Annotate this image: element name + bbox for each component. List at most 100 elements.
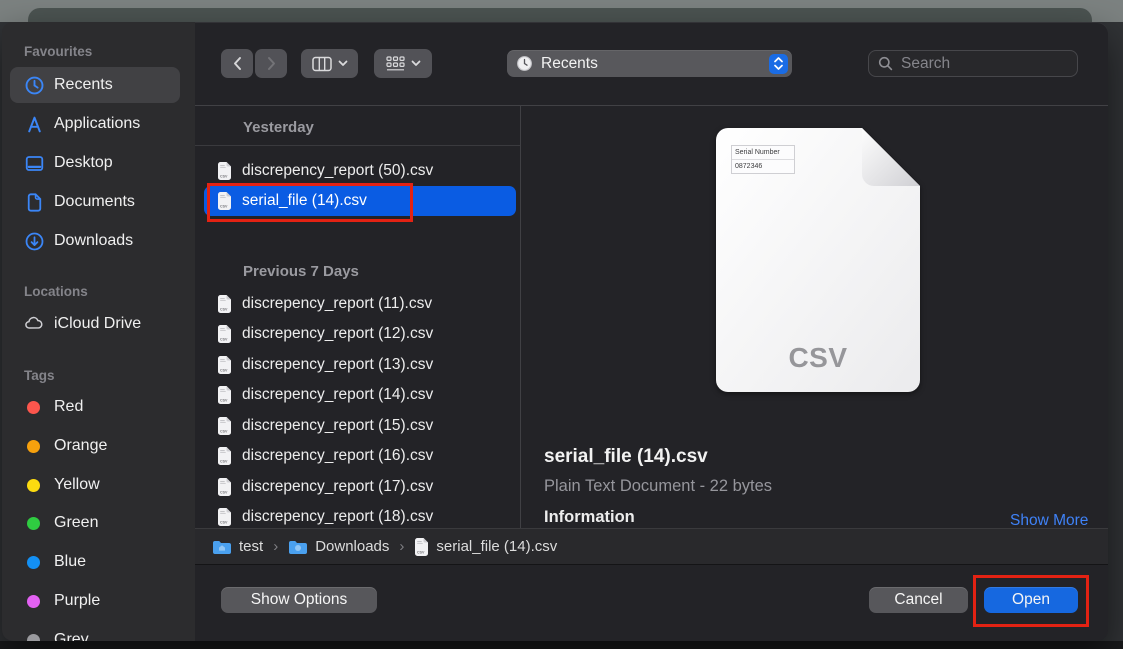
search-field[interactable] [868,50,1078,77]
sidebar-section-locations: Locations [24,284,88,299]
annotation-box-selected-file [207,183,413,222]
list-preview-divider [520,105,521,528]
file-row-discrepency-report-15[interactable]: discrepency_report (15).csv [204,411,516,441]
list-section-previous-7-days: Previous 7 Days [243,263,359,280]
tag-label: Purple [54,592,101,609]
preview-file-kind: Plain Text Document - 22 bytes [544,477,773,495]
annotation-box-open-button [973,575,1089,627]
breadcrumb-item-test[interactable]: test [212,538,263,555]
location-dropdown-value: Recents [541,54,598,72]
breadcrumb-label: Downloads [315,538,390,555]
csv-file-icon [217,356,232,374]
csv-type-label: CSV [788,342,848,373]
file-row-discrepency-report-12[interactable]: discrepency_report (12).csv [204,319,516,349]
sidebar-item-documents[interactable]: Documents [10,184,180,220]
screen: Favourites Recents Applications Desktop [0,0,1123,649]
chevron-down-icon [411,60,421,67]
serial-table-header: Serial Number [732,146,794,160]
chevron-down-icon [338,60,348,67]
sidebar-item-downloads[interactable]: Downloads [10,223,180,259]
sidebar-item-icloud-drive[interactable]: iCloud Drive [10,306,180,342]
home-folder-icon [212,539,232,555]
sidebar: Favourites Recents Applications Desktop [2,22,195,641]
tag-label: Yellow [54,476,100,493]
sidebar-item-tag-yellow[interactable]: Yellow [10,467,180,503]
csv-file-icon [217,386,232,404]
sidebar-item-recents[interactable]: Recents [10,67,180,103]
tag-color-dot [27,478,40,492]
csv-file-icon [217,508,232,526]
toolbar-divider [195,105,1108,106]
file-row-discrepency-report-16[interactable]: discrepency_report (16).csv [204,441,516,471]
csv-file-icon [217,417,232,435]
preview-information-heading: Information [544,508,635,526]
file-name: discrepency_report (50).csv [242,162,434,179]
tag-color-dot [27,555,40,569]
search-input[interactable] [899,53,1053,74]
sidebar-item-label: Documents [54,193,135,210]
file-row-discrepency-report-11[interactable]: discrepency_report (11).csv [204,289,516,319]
back-button[interactable] [221,49,253,78]
tag-color-dot [27,400,40,414]
preview-serial-table: Serial Number 0872346 [731,145,795,174]
downloads-folder-icon [288,539,308,555]
file-icon [414,537,429,556]
sidebar-item-tag-purple[interactable]: Purple [10,583,180,619]
list-section-yesterday: Yesterday [243,119,314,136]
csv-file-icon [217,447,232,465]
download-circle-icon [23,230,45,252]
file-row-discrepency-report-50[interactable]: discrepency_report (50).csv [204,156,516,186]
cloud-icon [23,313,45,335]
tag-color-dot [27,516,40,530]
grid-view-icon [385,56,405,71]
columns-view-icon [311,56,332,72]
app-store-icon [23,113,45,135]
breadcrumb-item-downloads[interactable]: Downloads [288,538,389,555]
sidebar-item-tag-orange[interactable]: Orange [10,428,180,464]
sidebar-item-tag-red[interactable]: Red [10,389,180,425]
sidebar-item-label: Downloads [54,232,134,249]
csv-file-icon [217,325,232,343]
sidebar-item-applications[interactable]: Applications [10,106,180,142]
path-bar: test › Downloads › serial_file (14).csv [195,528,1108,565]
sidebar-item-tag-blue[interactable]: Blue [10,544,180,580]
sidebar-item-desktop[interactable]: Desktop [10,145,180,181]
tag-color-dot [27,633,40,641]
file-name: discrepency_report (14).csv [242,386,434,403]
sidebar-item-label: Applications [54,115,141,132]
sidebar-item-tag-green[interactable]: Green [10,505,180,541]
forward-button[interactable] [255,49,287,78]
cancel-button[interactable]: Cancel [869,587,968,613]
csv-file-icon [217,478,232,496]
show-options-button[interactable]: Show Options [221,587,377,613]
file-name: discrepency_report (12).csv [242,325,434,342]
file-row-discrepency-report-13[interactable]: discrepency_report (13).csv [204,350,516,380]
tag-label: Green [54,514,99,531]
file-row-discrepency-report-14[interactable]: discrepency_report (14).csv [204,380,516,410]
tag-label: Grey [54,631,89,641]
file-name: discrepency_report (17).csv [242,478,434,495]
location-dropdown[interactable]: Recents [507,50,792,77]
csv-file-icon [217,295,232,313]
breadcrumb-separator: › [399,538,405,555]
desktop-icon [23,152,45,174]
breadcrumb-label: test [239,538,264,555]
tag-color-dot [27,439,40,453]
list-section-divider [195,145,520,146]
clock-icon [23,74,45,96]
tag-label: Orange [54,437,108,454]
chevron-right-icon [266,56,277,71]
dropdown-stepper-icon[interactable] [769,53,788,74]
file-row-discrepency-report-17[interactable]: discrepency_report (17).csv [204,472,516,502]
recents-clock-icon [516,55,533,72]
breadcrumb-label: serial_file (14).csv [436,538,558,555]
group-view-button[interactable] [374,49,432,78]
sidebar-item-tag-grey[interactable]: Grey [10,622,180,641]
breadcrumb-item-serial-file[interactable]: serial_file (14).csv [414,537,558,556]
file-name: discrepency_report (11).csv [242,295,433,312]
tag-label: Red [54,398,84,415]
open-file-dialog: Favourites Recents Applications Desktop [2,22,1108,641]
column-view-button[interactable] [301,49,358,78]
csv-file-icon [217,162,232,180]
sidebar-item-label: iCloud Drive [54,315,142,332]
